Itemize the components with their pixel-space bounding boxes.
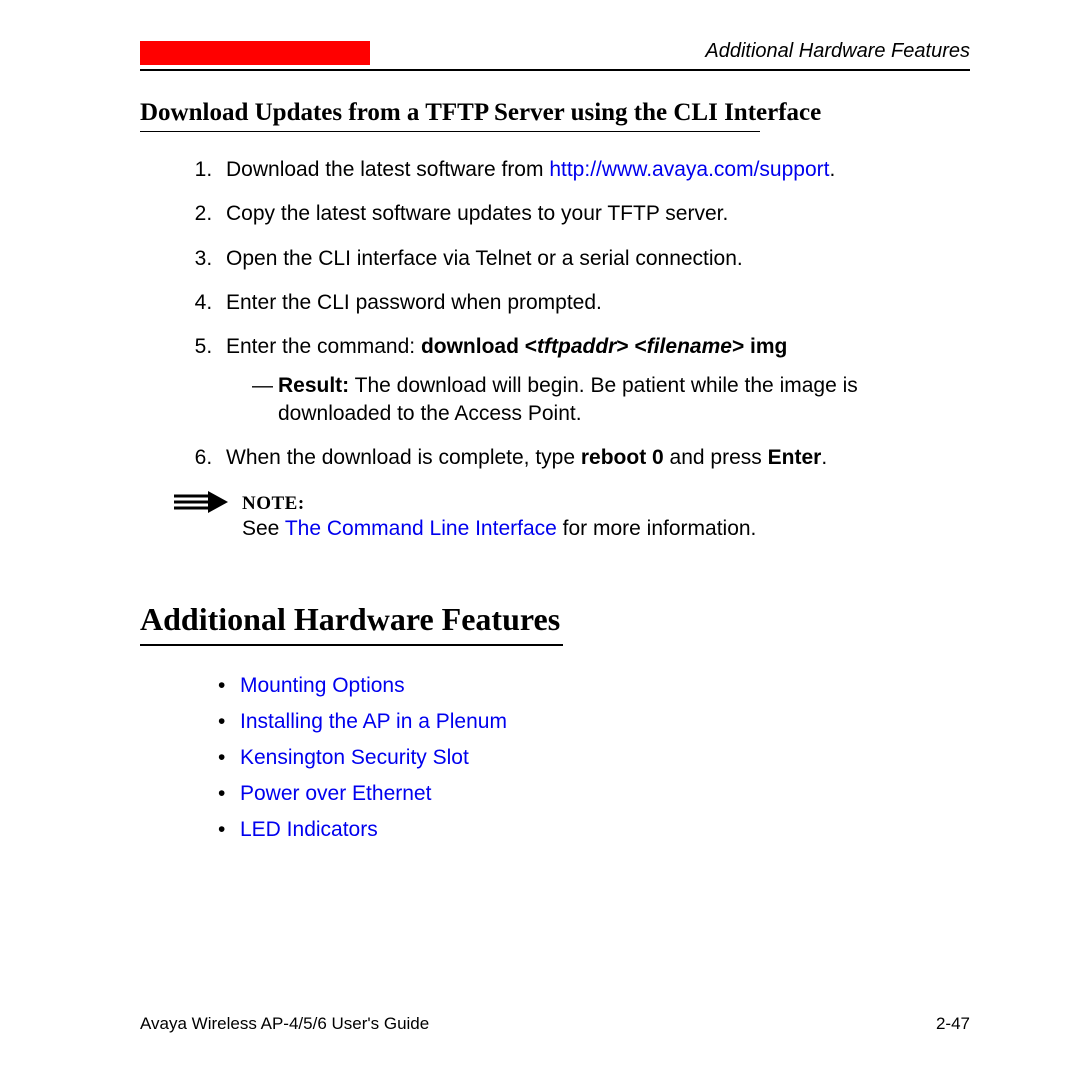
step-5-cmd-b: > img [732, 335, 787, 358]
page-header: Additional Hardware Features [140, 40, 970, 65]
list-item: Kensington Security Slot [218, 746, 970, 770]
step-6-pre: When the download is complete, type [226, 446, 581, 469]
step-1-text-post: . [829, 158, 835, 181]
footer-page-number: 2-47 [936, 1014, 970, 1034]
step-2: Copy the latest software updates to your… [218, 200, 970, 228]
step-5-var1: tftpaddr [537, 335, 616, 358]
step-6-post: . [821, 446, 827, 469]
note-pre: See [242, 517, 285, 540]
section-rule [140, 131, 760, 132]
step-5-cmd-a: download < [421, 335, 537, 358]
step-5: Enter the command: download <tftpaddr> <… [218, 333, 970, 428]
step-3: Open the CLI interface via Telnet or a s… [218, 245, 970, 273]
step-6-enter: Enter [768, 446, 822, 469]
list-item: Installing the AP in a Plenum [218, 710, 970, 734]
plenum-install-link[interactable]: Installing the AP in a Plenum [240, 710, 507, 733]
note-post: for more information. [557, 517, 757, 540]
note-block: NOTE: See The Command Line Interface for… [172, 493, 970, 541]
support-link[interactable]: http://www.avaya.com/support [549, 158, 829, 181]
running-title: Additional Hardware Features [370, 40, 970, 65]
list-item: LED Indicators [218, 818, 970, 842]
step-4: Enter the CLI password when prompted. [218, 289, 970, 317]
step-5-pre: Enter the command: [226, 335, 421, 358]
page-footer: Avaya Wireless AP-4/5/6 User's Guide 2-4… [140, 1014, 970, 1034]
led-indicators-link[interactable]: LED Indicators [240, 818, 378, 841]
kensington-slot-link[interactable]: Kensington Security Slot [240, 746, 469, 769]
step-5-mid: > < [616, 335, 646, 358]
result-text: The download will begin. Be patient whil… [278, 374, 858, 425]
note-label: NOTE: [242, 493, 970, 515]
poe-link[interactable]: Power over Ethernet [240, 782, 431, 805]
step-6-mid: and press [664, 446, 768, 469]
list-item: Mounting Options [218, 674, 970, 698]
step-5-result: Result: The download will begin. Be pati… [252, 372, 970, 429]
footer-guide-name: Avaya Wireless AP-4/5/6 User's Guide [140, 1014, 429, 1034]
step-1-text-pre: Download the latest software from [226, 158, 549, 181]
brand-color-block [140, 41, 370, 65]
header-rule [140, 69, 970, 71]
list-item: Power over Ethernet [218, 782, 970, 806]
step-5-var2: filename [647, 335, 732, 358]
cli-reference-link[interactable]: The Command Line Interface [285, 517, 557, 540]
mounting-options-link[interactable]: Mounting Options [240, 674, 405, 697]
note-text: See The Command Line Interface for more … [242, 517, 970, 541]
section-title: Download Updates from a TFTP Server usin… [140, 99, 970, 127]
step-6: When the download is complete, type rebo… [218, 444, 970, 472]
feature-list: Mounting Options Installing the AP in a … [218, 674, 970, 842]
arrow-right-icon [172, 491, 232, 513]
main-heading-rule [140, 644, 563, 646]
result-label: Result: [278, 374, 349, 397]
procedure-list: Download the latest software from http:/… [218, 156, 970, 473]
step-6-reboot: reboot 0 [581, 446, 664, 469]
step-1: Download the latest software from http:/… [218, 156, 970, 184]
main-heading: Additional Hardware Features [140, 601, 970, 638]
